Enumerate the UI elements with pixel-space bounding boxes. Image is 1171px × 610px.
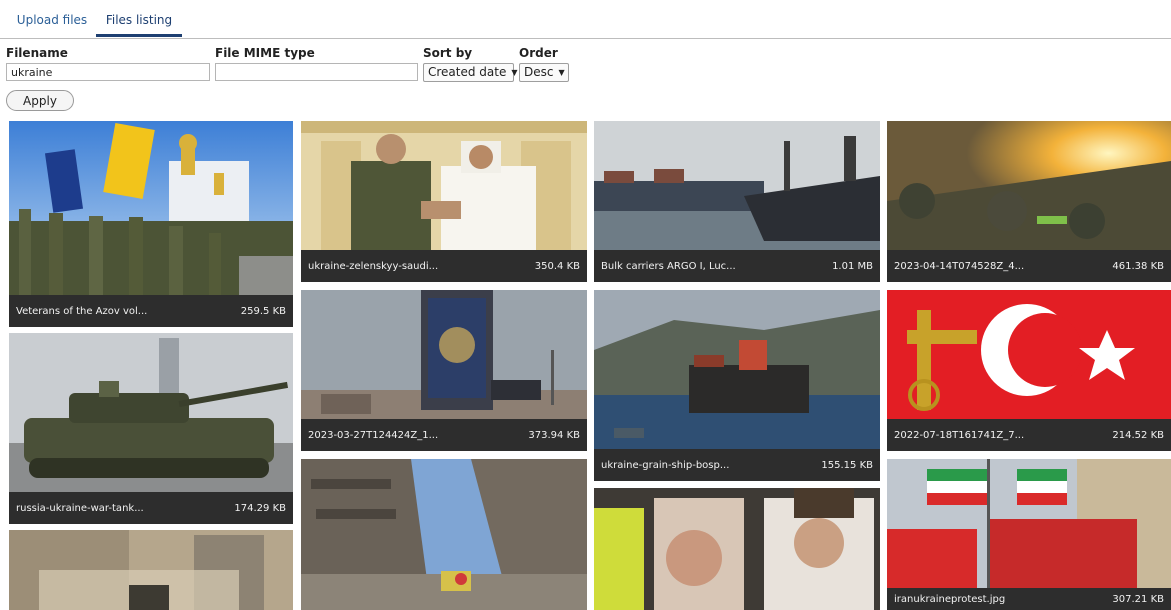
order-select[interactable]: Desc ▼ [519, 63, 569, 82]
order-value: Desc [524, 65, 554, 79]
file-caption: 2023-03-27T124424Z_1... 373.94 KB [301, 419, 587, 451]
file-size: 259.5 KB [240, 305, 286, 317]
file-name: ukraine-grain-ship-bosp... [601, 459, 730, 471]
mime-type-label: File MIME type [215, 46, 315, 60]
file-card[interactable] [594, 488, 880, 610]
file-thumbnail [301, 459, 587, 610]
file-name: 2023-03-27T124424Z_1... [308, 429, 439, 441]
file-caption: Bulk carriers ARGO I, Luc... 1.01 MB [594, 250, 880, 282]
file-name: Veterans of the Azov vol... [16, 305, 148, 317]
order-label: Order [519, 46, 558, 60]
file-card[interactable] [9, 530, 293, 610]
file-thumbnail [887, 121, 1171, 250]
sort-by-select[interactable]: Created date ▼ [423, 63, 518, 82]
tab-files-listing[interactable]: Files listing [96, 0, 182, 37]
tab-bar: Upload files Files listing [0, 0, 1171, 39]
file-thumbnail [9, 530, 293, 610]
file-card[interactable]: 2023-03-27T124424Z_1... 373.94 KB [301, 290, 587, 451]
file-card[interactable]: ukraine-zelenskyy-saudi... 350.4 KB [301, 121, 587, 282]
file-card[interactable]: ukraine-grain-ship-bosp... 155.15 KB [594, 290, 880, 481]
file-size: 350.4 KB [534, 260, 580, 272]
file-card[interactable]: russia-ukraine-war-tank... 174.29 KB [9, 333, 293, 524]
filename-label: Filename [6, 46, 68, 60]
file-size: 461.38 KB [1112, 260, 1164, 272]
file-caption: ukraine-grain-ship-bosp... 155.15 KB [594, 449, 880, 481]
dropdown-arrow-icon: ▼ [511, 68, 518, 77]
file-size: 214.52 KB [1112, 429, 1164, 441]
filename-input[interactable] [6, 63, 210, 81]
file-caption: ukraine-zelenskyy-saudi... 350.4 KB [301, 250, 587, 282]
file-card[interactable] [301, 459, 587, 610]
file-card[interactable]: iranukraineprotest.jpg 307.21 KB [887, 459, 1171, 610]
dropdown-arrow-icon: ▼ [558, 68, 565, 77]
file-thumbnail [594, 121, 880, 250]
file-size: 155.15 KB [821, 459, 873, 471]
file-caption: 2023-04-14T074528Z_4... 461.38 KB [887, 250, 1171, 282]
apply-button[interactable]: Apply [6, 90, 74, 111]
file-name: iranukraineprotest.jpg [894, 593, 1006, 605]
file-thumbnail [594, 290, 880, 449]
file-thumbnail [887, 459, 1171, 588]
file-card[interactable]: 2022-07-18T161741Z_7... 214.52 KB [887, 290, 1171, 451]
file-thumbnail [9, 333, 293, 492]
file-name: Bulk carriers ARGO I, Luc... [601, 260, 736, 272]
file-caption: iranukraineprotest.jpg 307.21 KB [887, 588, 1171, 610]
file-thumbnail [301, 290, 587, 419]
file-name: ukraine-zelenskyy-saudi... [308, 260, 439, 272]
mime-type-input[interactable] [215, 63, 418, 81]
file-card[interactable]: 2023-04-14T074528Z_4... 461.38 KB [887, 121, 1171, 282]
file-thumbnail [594, 488, 880, 610]
file-size: 373.94 KB [528, 429, 580, 441]
file-thumbnail [9, 121, 293, 295]
file-name: 2022-07-18T161741Z_7... [894, 429, 1025, 441]
file-thumbnail [301, 121, 587, 250]
file-caption: 2022-07-18T161741Z_7... 214.52 KB [887, 419, 1171, 451]
file-size: 1.01 MB [832, 260, 873, 272]
file-card[interactable]: Veterans of the Azov vol... 259.5 KB [9, 121, 293, 327]
file-thumbnail [887, 290, 1171, 419]
file-caption: Veterans of the Azov vol... 259.5 KB [9, 295, 293, 327]
file-name: russia-ukraine-war-tank... [16, 502, 144, 514]
file-size: 174.29 KB [234, 502, 286, 514]
sort-by-value: Created date [428, 65, 507, 79]
file-caption: russia-ukraine-war-tank... 174.29 KB [9, 492, 293, 524]
file-card[interactable]: Bulk carriers ARGO I, Luc... 1.01 MB [594, 121, 880, 282]
file-name: 2023-04-14T074528Z_4... [894, 260, 1025, 272]
file-size: 307.21 KB [1112, 593, 1164, 605]
sort-by-label: Sort by [423, 46, 473, 60]
tab-upload-files[interactable]: Upload files [10, 0, 94, 37]
